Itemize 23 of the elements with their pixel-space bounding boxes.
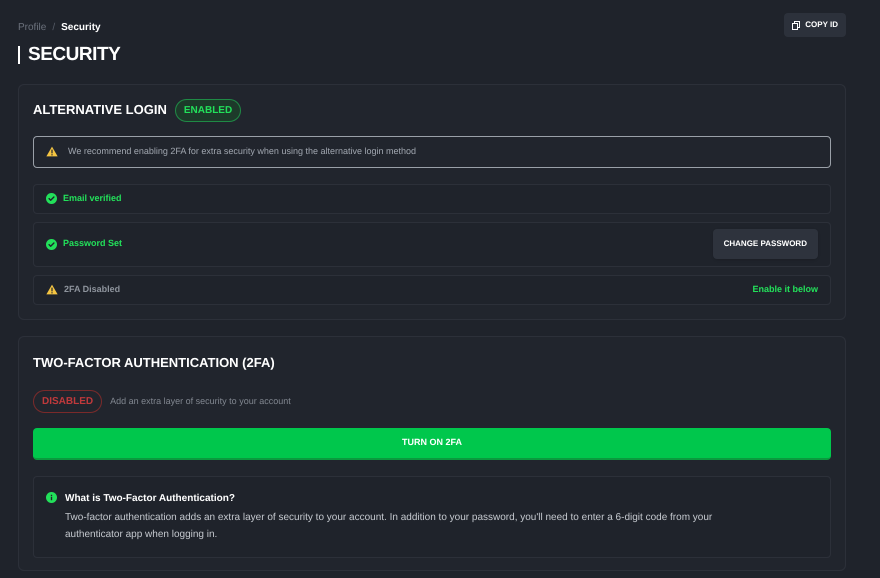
- notice-text: We recommend enabling 2FA for extra security when using the alternative login method: [68, 144, 416, 158]
- status-badge: DISABLED: [33, 390, 102, 413]
- check-circle-icon: [46, 238, 57, 250]
- warning-icon: [46, 284, 58, 295]
- status-label: 2FA Disabled: [64, 282, 120, 296]
- page-title: SECURITY: [28, 43, 120, 67]
- copy-id-button[interactable]: COPY ID: [784, 13, 846, 37]
- status-badge: ENABLED: [174, 98, 242, 122]
- section-title: ALTERNATIVE LOGIN: [33, 101, 167, 120]
- status-label: Password Set: [63, 237, 122, 250]
- description-text: Add an extra layer of security to your account: [110, 394, 291, 408]
- info-text: Two-factor authentication adds an extra layer of security to your account. In addition to your password, you'll need to enter a 6-digit code from your authenticator app when logging in.: [65, 511, 714, 542]
- info-title: What is Two-Factor Authentication?: [65, 492, 236, 506]
- status-label: Email verified: [63, 192, 122, 205]
- change-password-button[interactable]: CHANGE PASSWORD: [712, 229, 818, 259]
- breadcrumb-separator: /: [52, 21, 56, 35]
- info-icon: [46, 492, 57, 503]
- warning-icon: [46, 146, 58, 157]
- enable-link[interactable]: Enable it below: [752, 282, 818, 296]
- copy-icon: [792, 20, 800, 30]
- breadcrumb-link[interactable]: Security: [61, 20, 101, 35]
- section-title: TWO-FACTOR AUTHENTICATION (2FA): [33, 354, 276, 372]
- check-circle-icon: [46, 193, 57, 204]
